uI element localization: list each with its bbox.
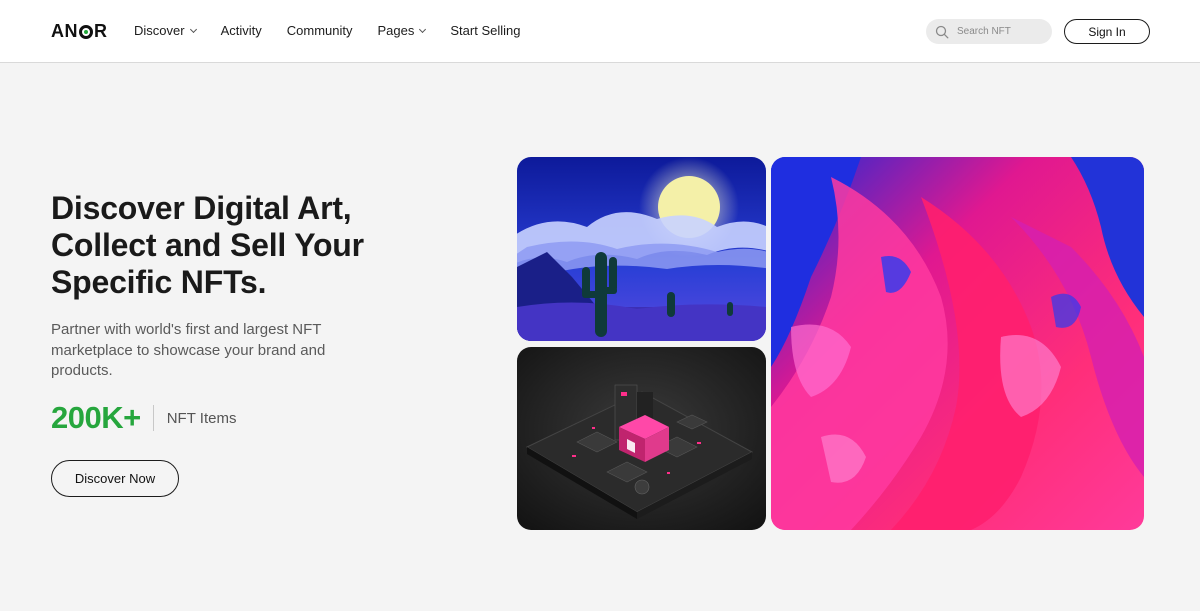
desert-moon-art[interactable] bbox=[517, 157, 766, 341]
hero-title: Discover Digital Art, Collect and Sell Y… bbox=[51, 190, 364, 300]
search-box[interactable] bbox=[926, 19, 1052, 44]
stat-label: NFT Items bbox=[166, 409, 237, 427]
nav-pages[interactable]: Pages bbox=[377, 23, 427, 38]
main-nav: Discover Activity Community Pages Start … bbox=[134, 23, 545, 38]
nav-discover-label: Discover bbox=[134, 23, 185, 38]
discover-now-button[interactable]: Discover Now bbox=[51, 460, 179, 497]
logo-text-suffix: R bbox=[94, 21, 108, 41]
nav-community-label: Community bbox=[286, 23, 353, 38]
hero-subtitle: Partner with world's first and largest N… bbox=[51, 321, 326, 379]
isometric-city-art[interactable] bbox=[517, 347, 766, 530]
stat-value: 200K+ bbox=[51, 400, 141, 435]
fluid-paint-art[interactable] bbox=[771, 157, 1144, 530]
logo-o-mark bbox=[79, 24, 93, 39]
search-icon bbox=[935, 25, 949, 39]
nav-start-selling[interactable]: Start Selling bbox=[450, 23, 520, 38]
logo-text-prefix: AN bbox=[51, 21, 78, 41]
chevron-down-icon bbox=[419, 25, 427, 33]
nav-start-selling-label: Start Selling bbox=[450, 23, 521, 38]
top-header: AN R Discover Activity Community Pages St… bbox=[0, 0, 1200, 63]
nav-activity[interactable]: Activity bbox=[221, 23, 262, 38]
brand-logo[interactable]: AN R bbox=[51, 21, 108, 42]
stats-block: 200K+ NFT Items bbox=[51, 400, 236, 436]
sign-in-button[interactable]: Sign In bbox=[1064, 19, 1150, 44]
chevron-down-icon bbox=[189, 25, 197, 33]
nav-discover[interactable]: Discover bbox=[134, 23, 197, 38]
nav-activity-label: Activity bbox=[220, 23, 262, 38]
nav-community[interactable]: Community bbox=[287, 23, 353, 38]
search-input[interactable] bbox=[957, 26, 1047, 37]
stat-divider bbox=[152, 405, 154, 431]
nav-pages-label: Pages bbox=[377, 23, 415, 38]
